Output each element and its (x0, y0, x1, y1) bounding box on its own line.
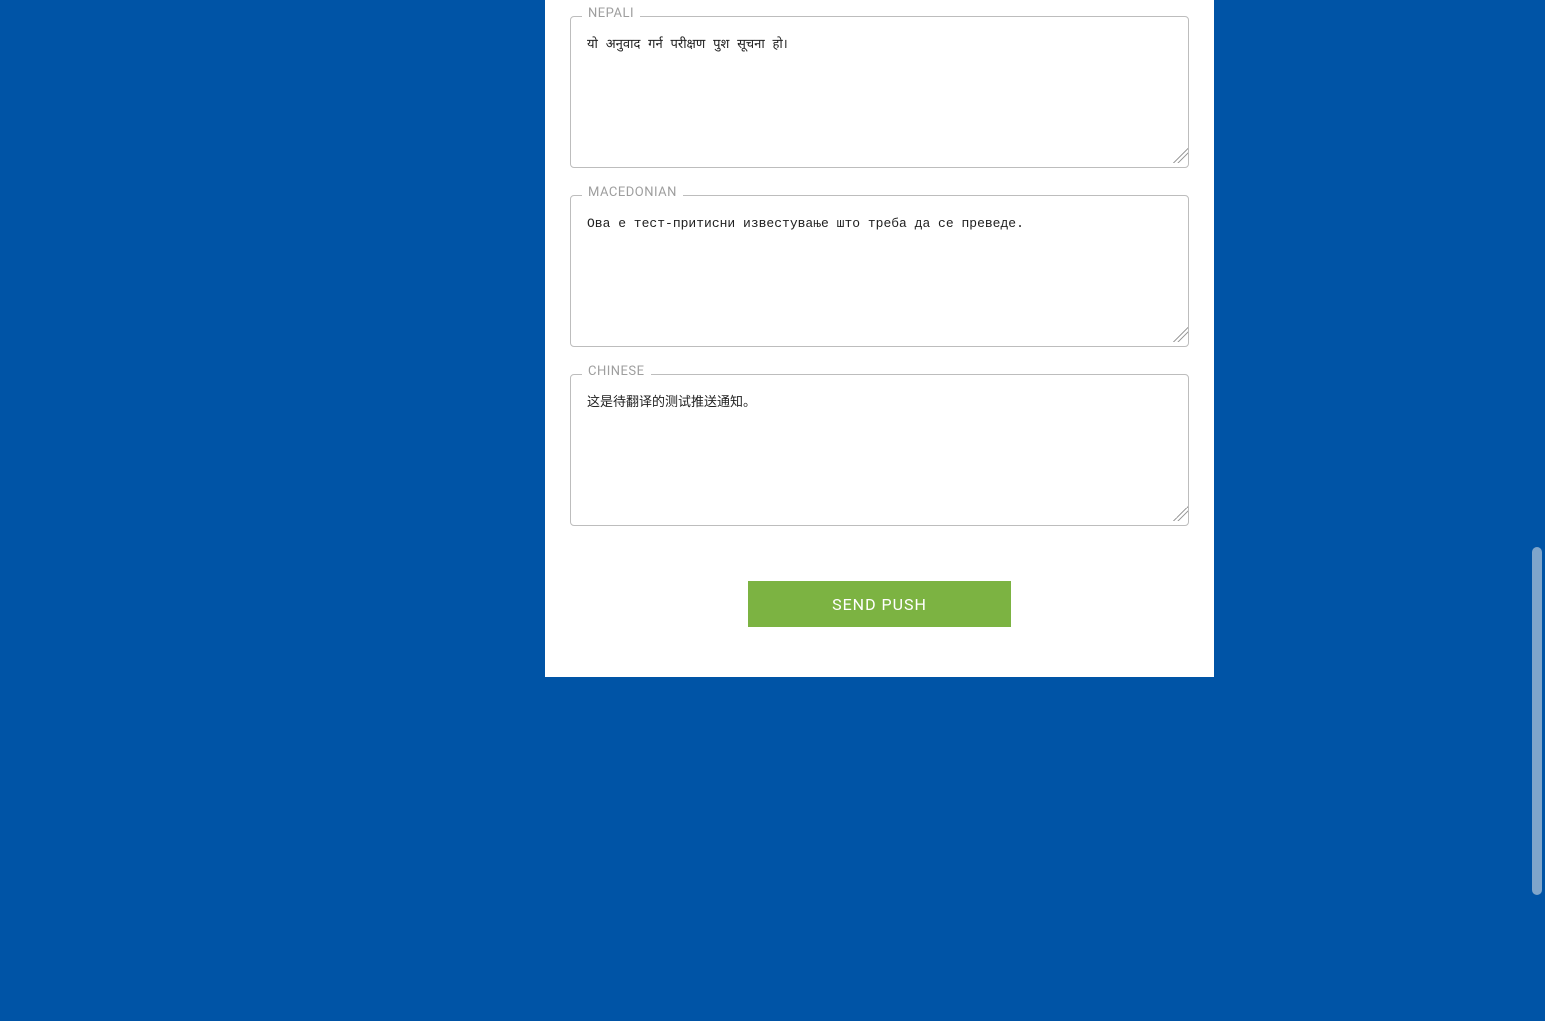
translation-field-chinese: CHINESE (570, 374, 1189, 526)
translation-field-nepali: NEPALI (570, 16, 1189, 168)
scrollbar-track[interactable] (1529, 0, 1545, 1021)
page-background: PANJABI NEPALI MACEDONIAN CHINESE SEND P… (0, 0, 1545, 1021)
field-label: NEPALI (582, 6, 640, 21)
field-label: MACEDONIAN (582, 185, 683, 200)
form-card: PANJABI NEPALI MACEDONIAN CHINESE SEND P… (545, 0, 1214, 677)
translation-field-macedonian: MACEDONIAN (570, 195, 1189, 347)
translation-textarea-chinese[interactable] (571, 375, 1188, 521)
translation-textarea-macedonian[interactable] (571, 196, 1188, 342)
send-push-button[interactable]: SEND PUSH (748, 581, 1011, 627)
scrollbar-thumb[interactable] (1532, 547, 1542, 895)
field-label: CHINESE (582, 364, 651, 379)
translation-textarea-nepali[interactable] (571, 17, 1188, 163)
